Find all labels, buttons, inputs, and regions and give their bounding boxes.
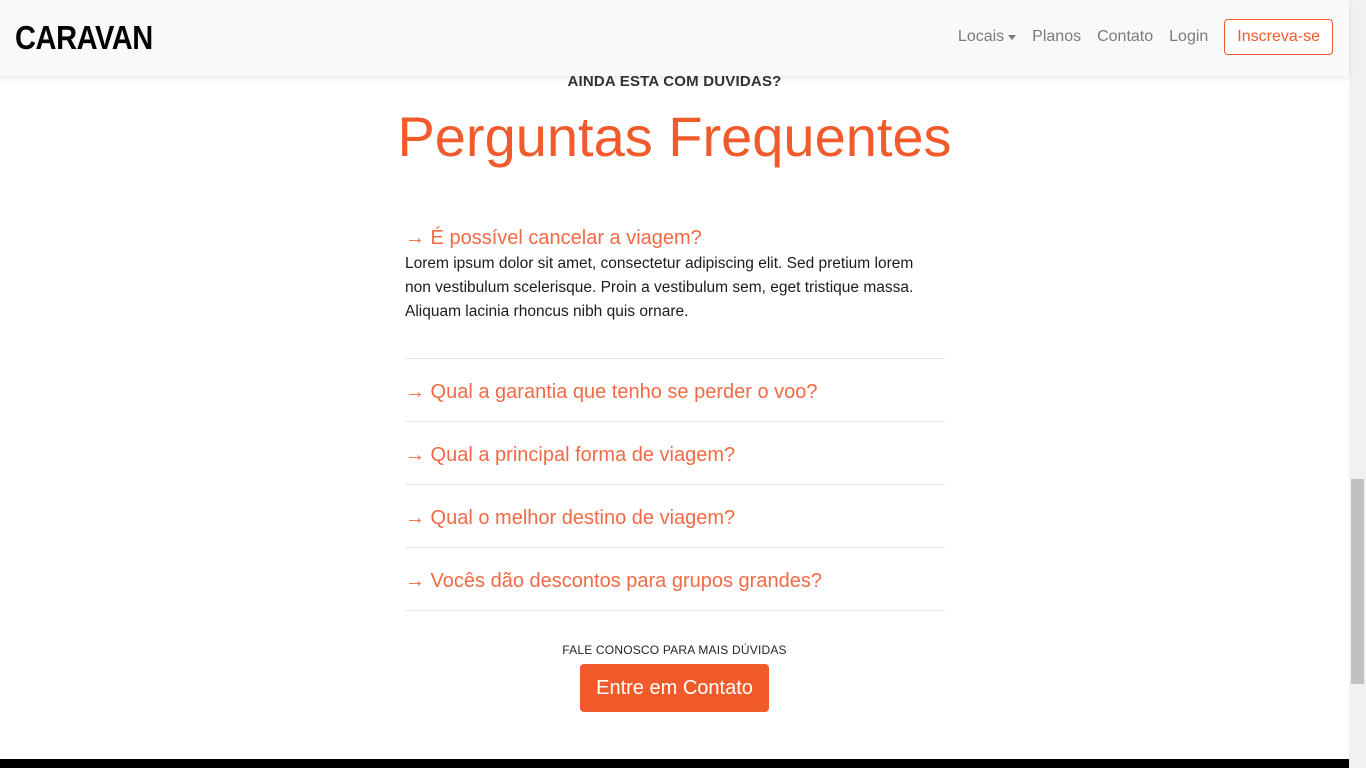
contact-prompt: FALE CONOSCO PARA MAIS DÚVIDAS	[562, 643, 787, 657]
faq-question[interactable]: → É possível cancelar a viagem?	[405, 224, 945, 252]
nav-link-label: Login	[1169, 28, 1209, 45]
faq-answer: Lorem ipsum dolor sit amet, consectetur …	[405, 252, 945, 324]
contact-button[interactable]: Entre em Contato	[580, 664, 769, 712]
faq-divider	[405, 610, 945, 611]
faq-item: → Qual o melhor destino de viagem?	[405, 485, 945, 547]
faq-item: → Vocês dão descontos para grupos grande…	[405, 548, 945, 610]
nav-links: Locais Planos Contato Login Inscreva-se	[942, 18, 1333, 56]
faq-question[interactable]: → Qual a principal forma de viagem?	[405, 441, 945, 469]
faq-item: → Qual a garantia que tenho se perder o …	[405, 359, 945, 421]
faq-item: → É possível cancelar a viagem? Lorem ip…	[405, 224, 945, 324]
faq-list: → É possível cancelar a viagem? Lorem ip…	[405, 224, 945, 611]
faq-answer-line: non vestibulum scelerisque. Proin a vest…	[405, 279, 914, 296]
nav-link-planos[interactable]: Planos	[1032, 28, 1081, 46]
nav-link-label: Contato	[1097, 28, 1154, 45]
page-title: Perguntas Frequentes	[397, 105, 952, 168]
faq-question[interactable]: → Qual a garantia que tenho se perder o …	[405, 378, 945, 406]
faq-answer-line: Aliquam lacinia rhoncus nibh quis ornare…	[405, 303, 689, 320]
brand-logo[interactable]: CARAVAN	[15, 20, 153, 56]
faq-answer-line: Lorem ipsum dolor sit amet, consectetur …	[405, 255, 914, 272]
nav-link-label: Locais	[957, 28, 1005, 45]
faq-item: → Qual a principal forma de viagem?	[405, 422, 945, 484]
nav-link-label: Planos	[1032, 28, 1082, 45]
faq-question[interactable]: → Vocês dão descontos para grupos grande…	[405, 567, 945, 595]
scrollbar-thumb[interactable]	[1351, 479, 1364, 684]
footer-edge	[0, 759, 1349, 768]
faq-question[interactable]: → Qual o melhor destino de viagem?	[405, 504, 945, 532]
top-navbar: CARAVAN Locais Planos Contato Login Insc…	[0, 0, 1349, 76]
caret-down-icon	[1008, 35, 1017, 40]
signup-button[interactable]: Inscreva-se	[1224, 19, 1333, 55]
nav-link-contato[interactable]: Contato	[1097, 28, 1153, 46]
nav-link-locais[interactable]: Locais	[957, 28, 1017, 46]
nav-link-login[interactable]: Login	[1169, 28, 1208, 46]
